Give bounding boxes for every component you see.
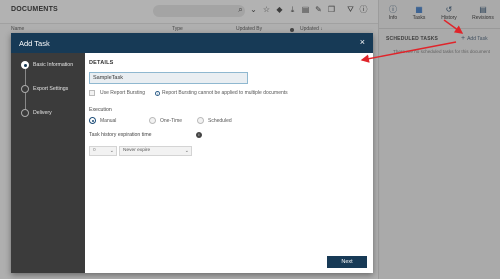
mouse-cursor-icon [290,28,294,32]
annotation-arrow [443,19,464,34]
annotation-arrows [290,19,464,63]
annotation-arrow [360,41,457,63]
